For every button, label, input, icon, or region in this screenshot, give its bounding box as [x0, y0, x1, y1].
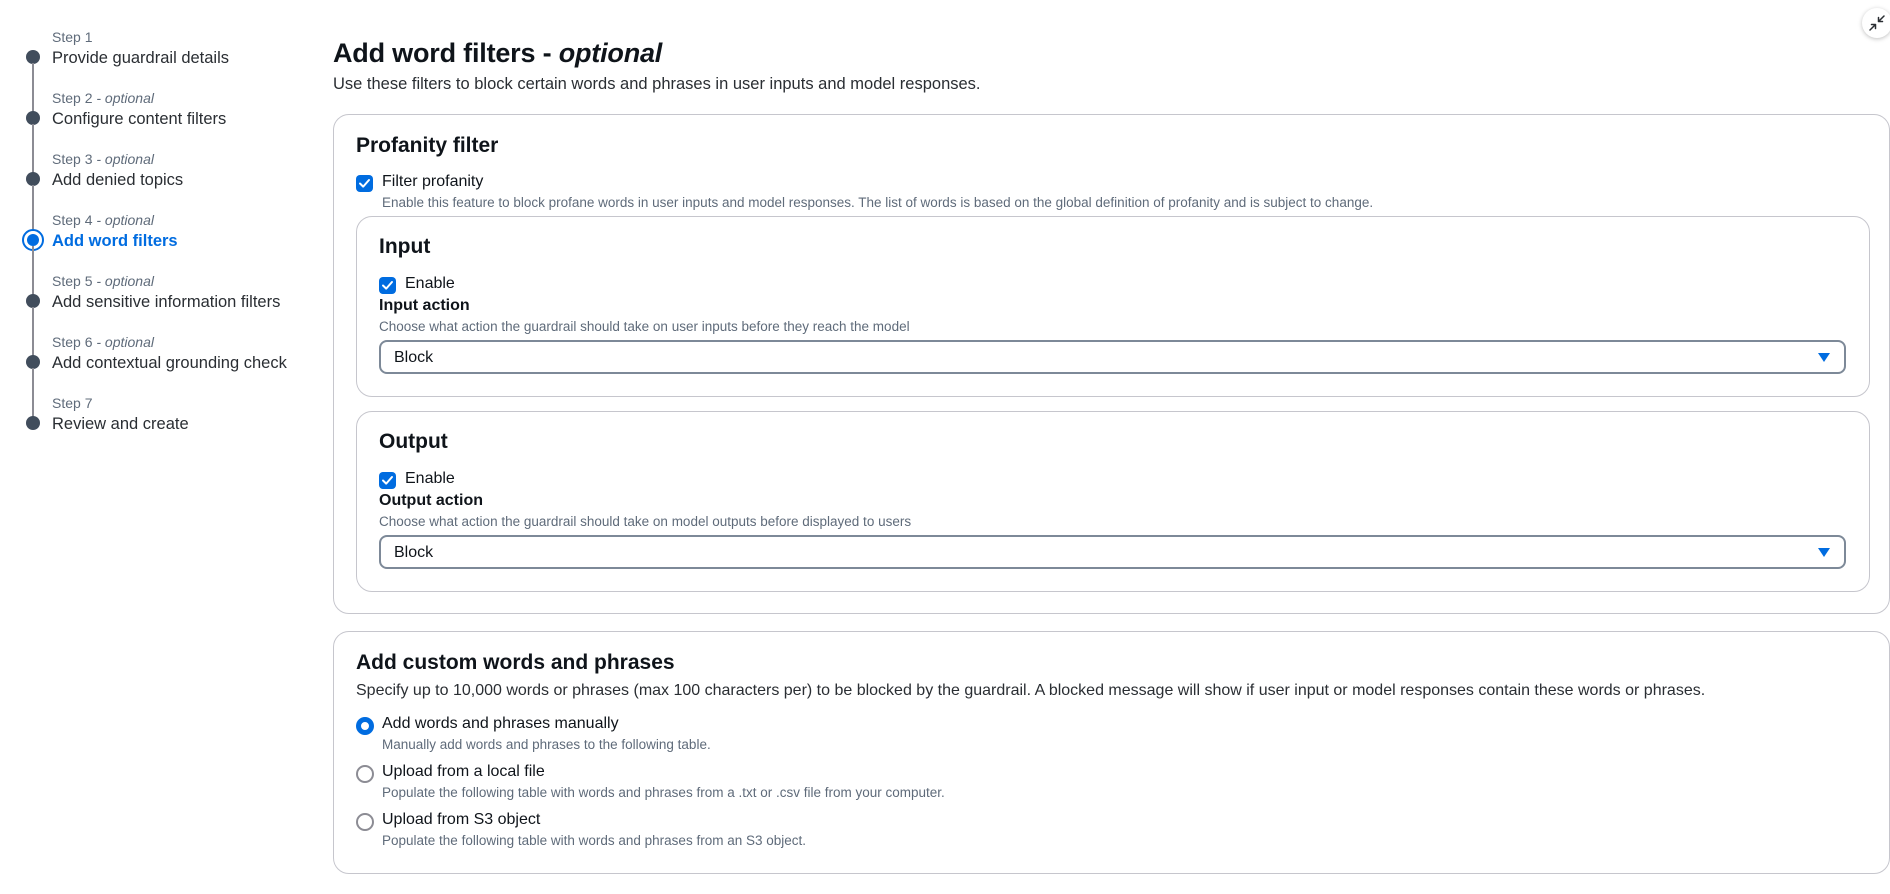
- step-dot: [26, 50, 40, 64]
- step-label: Step 3 - optional: [52, 151, 154, 167]
- check-icon: [382, 476, 393, 485]
- step-label: Step 7: [52, 395, 93, 411]
- caret-down-icon: [1818, 548, 1830, 557]
- input-subcard: Input Enable Input action Choose what ac…: [356, 216, 1870, 397]
- input-action-select[interactable]: Block: [379, 340, 1846, 374]
- step-label: Step 4 - optional: [52, 212, 154, 228]
- custom-words-card: Add custom words and phrases Specify up …: [333, 631, 1890, 874]
- step-dot: [26, 355, 40, 369]
- input-enable-label[interactable]: Enable: [405, 275, 455, 293]
- output-action-description: Choose what action the guardrail should …: [379, 514, 912, 529]
- output-action-select[interactable]: Block: [379, 535, 1846, 569]
- step-title-add-sensitive-information-filters[interactable]: Add sensitive information filters: [52, 291, 280, 313]
- input-enable-checkbox[interactable]: [379, 277, 396, 294]
- collapse-button[interactable]: [1862, 8, 1890, 38]
- collapse-arrows-icon: [1869, 15, 1885, 31]
- check-icon: [382, 281, 393, 290]
- page-description: Use these filters to block certain words…: [333, 75, 981, 93]
- output-enable-label[interactable]: Enable: [405, 470, 455, 488]
- radio-add-manually-description: Manually add words and phrases to the fo…: [382, 737, 711, 752]
- wizard-step-2[interactable]: Step 2 - optional Configure content filt…: [0, 63, 300, 185]
- wizard-step-3[interactable]: Step 3 - optional Add denied topics: [0, 124, 300, 246]
- profanity-filter-title: Profanity filter: [356, 134, 499, 157]
- wizard-step-6[interactable]: Step 6 - optional Add contextual groundi…: [0, 307, 300, 429]
- step-dot: [26, 111, 40, 125]
- step-label: Step 5 - optional: [52, 273, 154, 289]
- step-dot: [26, 172, 40, 186]
- step-label: Step 2 - optional: [52, 90, 154, 106]
- radio-add-manually[interactable]: [356, 717, 374, 735]
- radio-upload-local-file[interactable]: [356, 765, 374, 783]
- input-title: Input: [379, 235, 431, 258]
- profanity-filter-card: Profanity filter Filter profanity Enable…: [333, 114, 1890, 614]
- radio-upload-local-file-description: Populate the following table with words …: [382, 785, 945, 800]
- page-title: Add word filters - optional: [333, 38, 663, 68]
- radio-upload-local-file-label[interactable]: Upload from a local file: [382, 763, 545, 781]
- step-connector: [32, 368, 34, 416]
- wizard-step-7[interactable]: Step 7 Review and create: [0, 368, 300, 456]
- filter-profanity-label[interactable]: Filter profanity: [382, 173, 483, 191]
- custom-words-title: Add custom words and phrases: [356, 651, 675, 674]
- step-title-configure-content-filters[interactable]: Configure content filters: [52, 108, 226, 130]
- filter-profanity-checkbox[interactable]: [356, 175, 373, 192]
- radio-upload-s3-object-label[interactable]: Upload from S3 object: [382, 811, 540, 829]
- radio-add-manually-label[interactable]: Add words and phrases manually: [382, 715, 619, 733]
- wizard-step-1[interactable]: Step 1 Provide guardrail details: [0, 28, 300, 109]
- output-subcard: Output Enable Output action Choose what …: [356, 411, 1870, 592]
- step-title-provide-guardrail-details[interactable]: Provide guardrail details: [52, 47, 229, 69]
- caret-down-icon: [1818, 353, 1830, 362]
- output-action-label: Output action: [379, 492, 483, 509]
- check-icon: [359, 179, 370, 188]
- radio-upload-s3-object-description: Populate the following table with words …: [382, 833, 806, 848]
- output-title: Output: [379, 430, 448, 453]
- wizard-step-4[interactable]: Step 4 - optional Add word filters: [0, 185, 300, 307]
- step-title-review-and-create[interactable]: Review and create: [52, 413, 189, 435]
- filter-profanity-description: Enable this feature to block profane wor…: [382, 195, 1374, 210]
- step-dot: [26, 416, 40, 430]
- step-title-add-denied-topics[interactable]: Add denied topics: [52, 169, 183, 191]
- wizard-step-5[interactable]: Step 5 - optional Add sensitive informat…: [0, 246, 300, 368]
- step-dot: [26, 294, 40, 308]
- step-title-add-word-filters[interactable]: Add word filters: [52, 230, 178, 252]
- output-action-value: Block: [394, 544, 434, 561]
- step-label: Step 1: [52, 29, 93, 45]
- input-action-label: Input action: [379, 297, 470, 314]
- radio-upload-s3-object[interactable]: [356, 813, 374, 831]
- input-action-value: Block: [394, 349, 434, 366]
- step-label: Step 6 - optional: [52, 334, 154, 350]
- step-title-add-contextual-grounding-check[interactable]: Add contextual grounding check: [52, 352, 287, 374]
- input-action-description: Choose what action the guardrail should …: [379, 319, 910, 334]
- output-enable-checkbox[interactable]: [379, 472, 396, 489]
- custom-words-description: Specify up to 10,000 words or phrases (m…: [356, 682, 1706, 699]
